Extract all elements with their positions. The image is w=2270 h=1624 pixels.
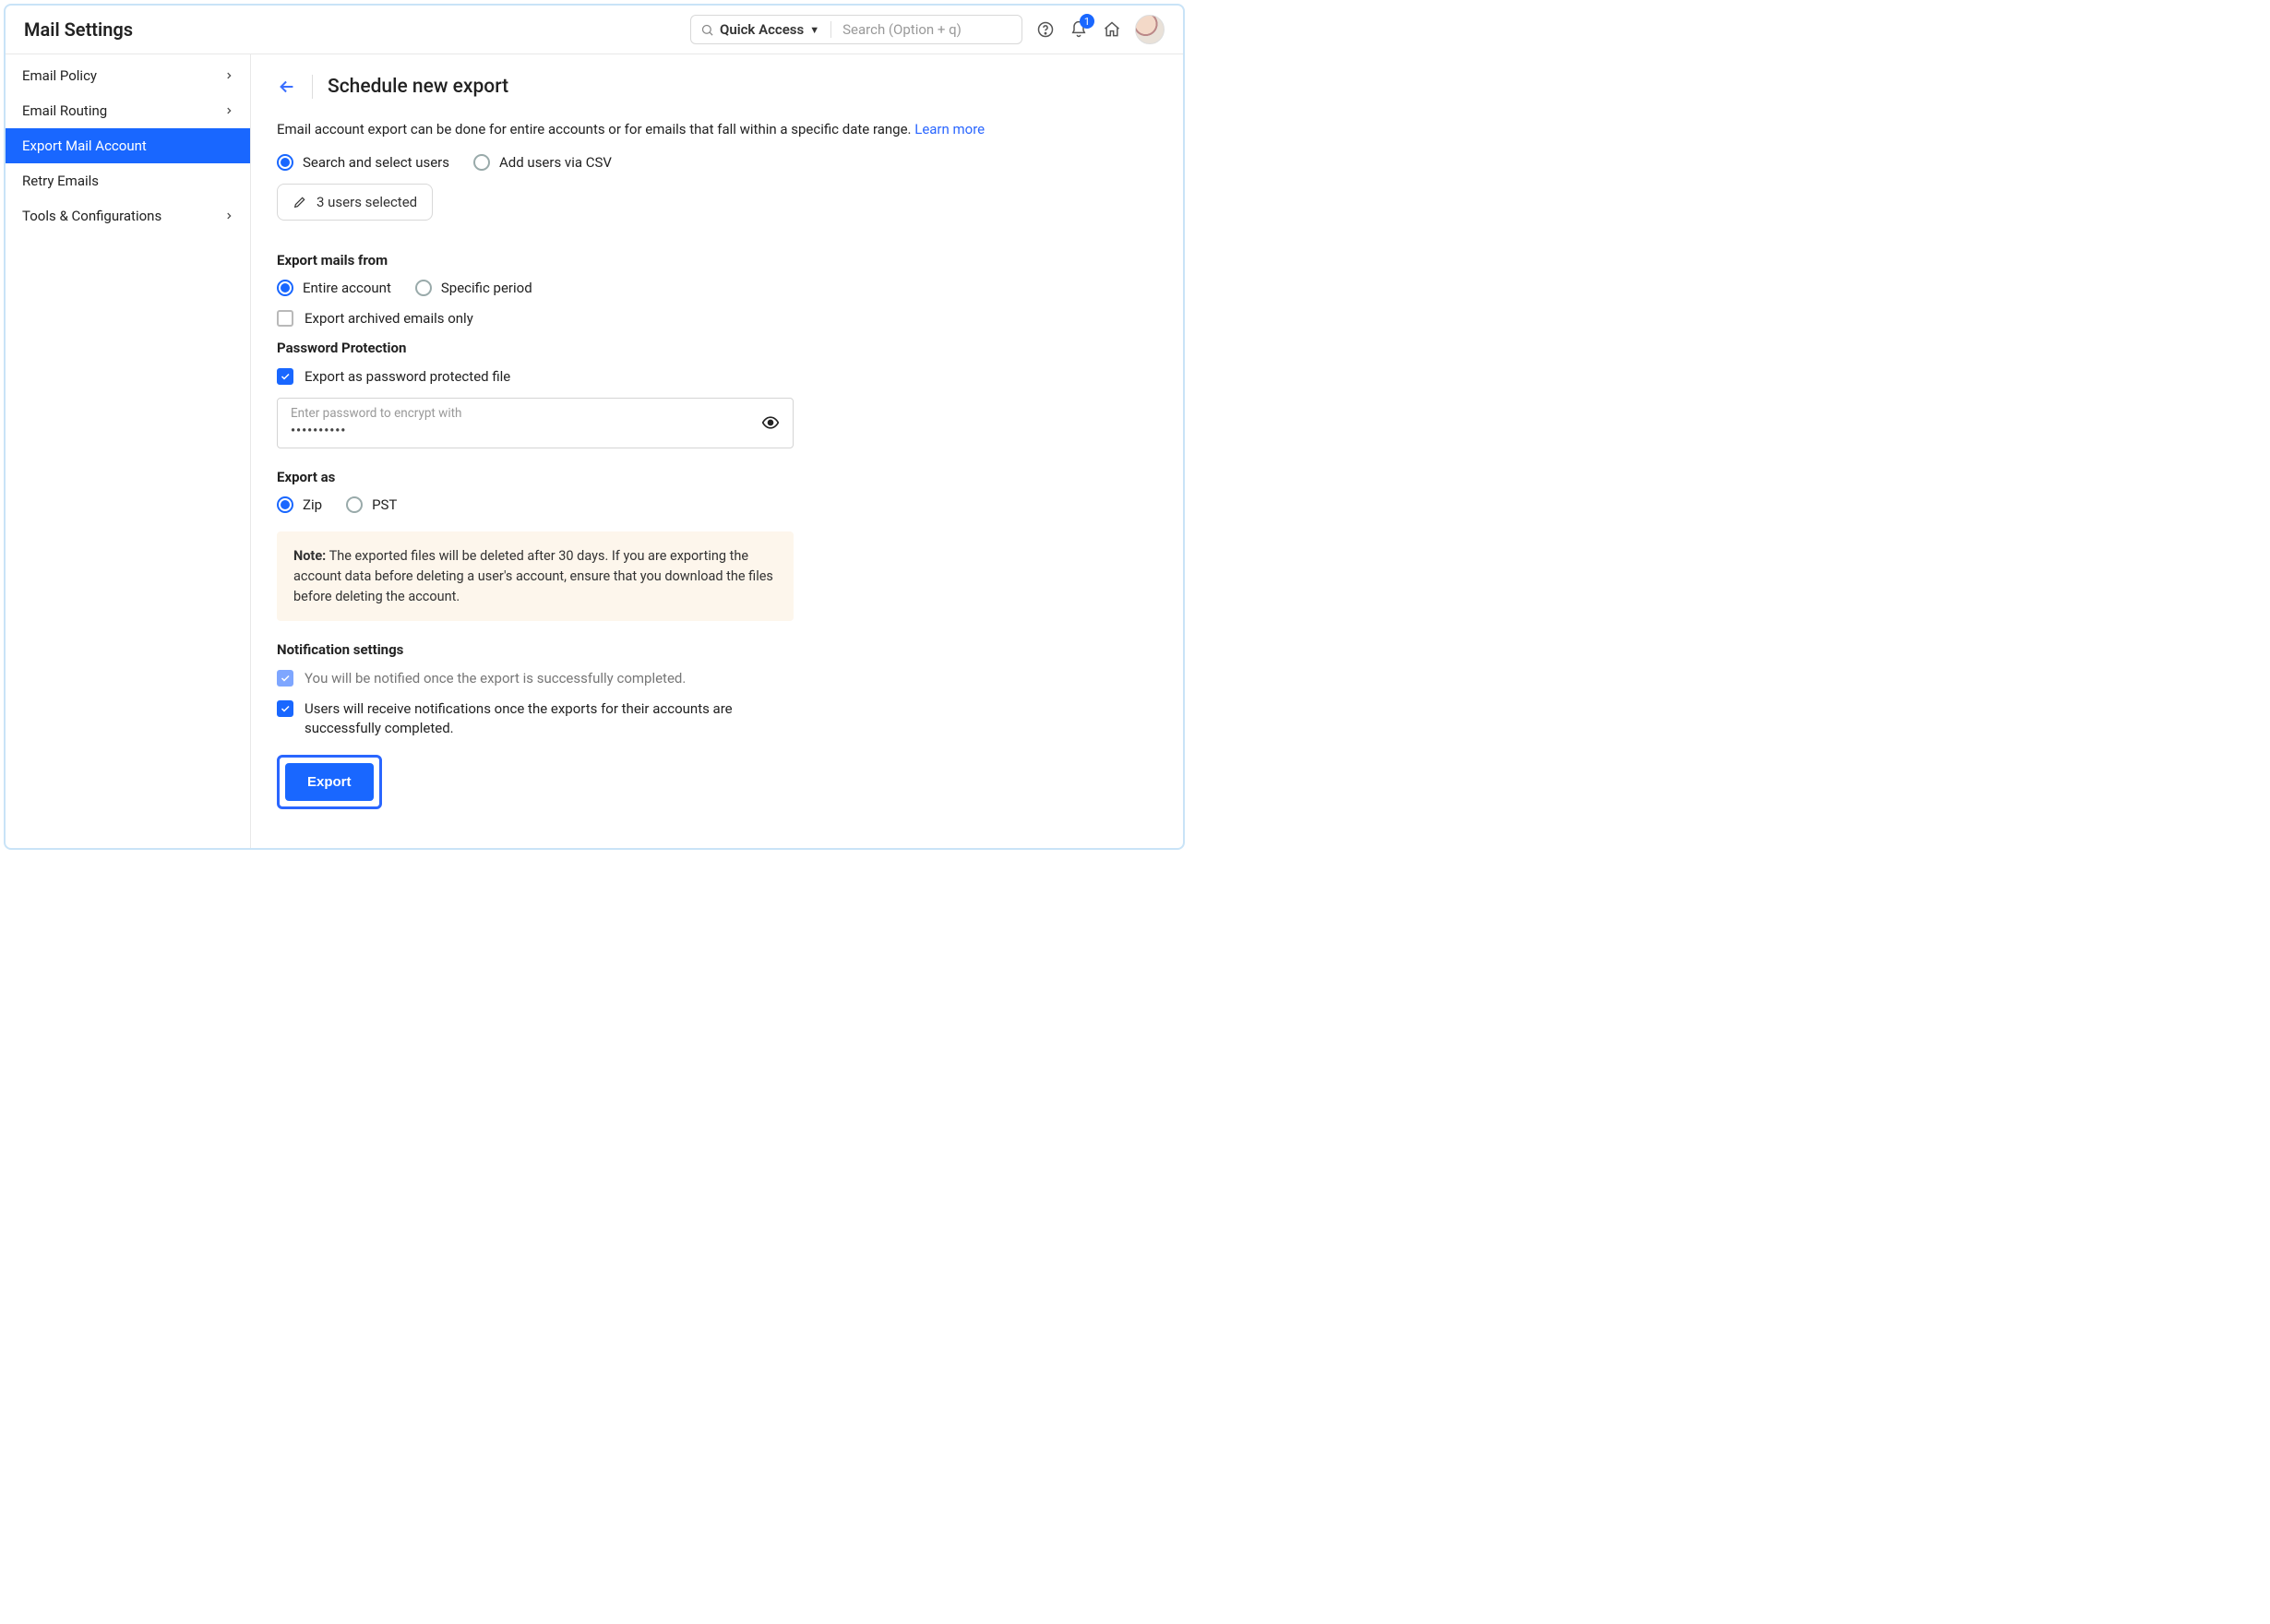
- radio-specific-period[interactable]: Specific period: [415, 280, 532, 296]
- home-icon[interactable]: [1102, 19, 1122, 40]
- note-prefix: Note:: [293, 548, 326, 564]
- sidebar-item-email-policy[interactable]: Email Policy: [6, 58, 250, 93]
- sidebar-item-label: Email Routing: [22, 102, 107, 119]
- radio-label: Specific period: [441, 280, 532, 296]
- sidebar-item-export-mail[interactable]: Export Mail Account: [6, 128, 250, 163]
- radio-label: Search and select users: [303, 154, 449, 171]
- checkbox-label: Export archived emails only: [305, 309, 473, 328]
- back-button[interactable]: [277, 77, 297, 97]
- radio-label: Add users via CSV: [499, 154, 612, 171]
- quick-access-label: Quick Access: [720, 21, 804, 38]
- checkbox-notify-users[interactable]: Users will receive notifications once th…: [277, 699, 794, 738]
- sidebar-item-email-routing[interactable]: Email Routing: [6, 93, 250, 128]
- sidebar-item-retry-emails[interactable]: Retry Emails: [6, 163, 250, 198]
- radio-label: Entire account: [303, 280, 391, 296]
- radio-search-users[interactable]: Search and select users: [277, 154, 449, 171]
- radio-csv-users[interactable]: Add users via CSV: [473, 154, 612, 171]
- caret-down-icon: ▼: [809, 24, 819, 36]
- radio-dot-icon: [277, 154, 293, 171]
- users-selected-label: 3 users selected: [317, 194, 417, 210]
- export-button-highlight: Export: [277, 755, 382, 809]
- sidebar-item-label: Email Policy: [22, 67, 97, 84]
- export-from-group: Entire account Specific period: [277, 280, 1157, 296]
- search-icon: [700, 23, 714, 37]
- checkbox-icon: [277, 670, 293, 687]
- password-field-label: Enter password to encrypt with: [291, 406, 761, 421]
- radio-zip[interactable]: Zip: [277, 496, 322, 513]
- note-box: Note: The exported files will be deleted…: [277, 531, 794, 621]
- topbar: Mail Settings Quick Access ▼ Search (Opt…: [6, 6, 1183, 54]
- export-button[interactable]: Export: [285, 763, 374, 801]
- body: Email Policy Email Routing Export Mail A…: [6, 54, 1183, 848]
- checkbox-password-protect[interactable]: Export as password protected file: [277, 367, 1157, 387]
- sidebar: Email Policy Email Routing Export Mail A…: [6, 54, 251, 848]
- sidebar-item-label: Export Mail Account: [22, 137, 147, 154]
- divider: [312, 75, 313, 99]
- section-notifications: Notification settings: [277, 641, 1157, 658]
- checkbox-label: Export as password protected file: [305, 367, 510, 387]
- radio-label: Zip: [303, 496, 322, 513]
- sidebar-item-label: Retry Emails: [22, 173, 99, 189]
- radio-dot-icon: [277, 496, 293, 513]
- export-as-group: Zip PST: [277, 496, 1157, 513]
- user-mode-group: Search and select users Add users via CS…: [277, 154, 1157, 171]
- radio-dot-icon: [473, 154, 490, 171]
- users-selected-button[interactable]: 3 users selected: [277, 184, 433, 221]
- checkbox-notify-self: You will be notified once the export is …: [277, 669, 1157, 688]
- radio-dot-icon: [415, 280, 432, 296]
- checkbox-archived-only[interactable]: Export archived emails only: [277, 309, 1157, 328]
- page-description: Email account export can be done for ent…: [277, 121, 1157, 137]
- checkbox-label: You will be notified once the export is …: [305, 669, 686, 688]
- checkbox-label: Users will receive notifications once th…: [305, 699, 794, 738]
- sidebar-item-label: Tools & Configurations: [22, 208, 161, 224]
- password-input[interactable]: Enter password to encrypt with •••••••••…: [277, 398, 794, 448]
- avatar[interactable]: [1135, 15, 1165, 44]
- divider: [830, 21, 831, 38]
- note-body: The exported files will be deleted after…: [293, 548, 773, 604]
- notifications-icon[interactable]: 1: [1069, 19, 1089, 40]
- radio-entire-account[interactable]: Entire account: [277, 280, 391, 296]
- checkbox-icon: [277, 700, 293, 717]
- chevron-right-icon: [224, 106, 233, 115]
- password-masked-value: ••••••••••: [291, 424, 761, 438]
- section-export-from: Export mails from: [277, 252, 1157, 269]
- pencil-icon: [293, 195, 307, 209]
- app-window: Mail Settings Quick Access ▼ Search (Opt…: [4, 4, 1185, 850]
- radio-dot-icon: [346, 496, 363, 513]
- eye-icon[interactable]: [761, 413, 780, 432]
- page-title: Schedule new export: [328, 76, 508, 98]
- radio-label: PST: [372, 496, 397, 513]
- checkbox-icon: [277, 368, 293, 385]
- help-icon[interactable]: [1035, 19, 1056, 40]
- learn-more-link[interactable]: Learn more: [914, 121, 985, 137]
- page-header: Schedule new export: [277, 75, 1157, 99]
- main-content: Schedule new export Email account export…: [251, 54, 1183, 848]
- chevron-right-icon: [224, 211, 233, 221]
- radio-dot-icon: [277, 280, 293, 296]
- quick-access-search[interactable]: Quick Access ▼ Search (Option + q): [690, 15, 1022, 44]
- radio-pst[interactable]: PST: [346, 496, 397, 513]
- checkbox-icon: [277, 310, 293, 327]
- page-heading: Mail Settings: [24, 18, 133, 41]
- sidebar-item-tools-config[interactable]: Tools & Configurations: [6, 198, 250, 233]
- section-export-as: Export as: [277, 469, 1157, 485]
- notification-badge: 1: [1080, 14, 1094, 29]
- search-placeholder: Search (Option + q): [842, 21, 1012, 38]
- section-password: Password Protection: [277, 340, 1157, 356]
- chevron-right-icon: [224, 71, 233, 80]
